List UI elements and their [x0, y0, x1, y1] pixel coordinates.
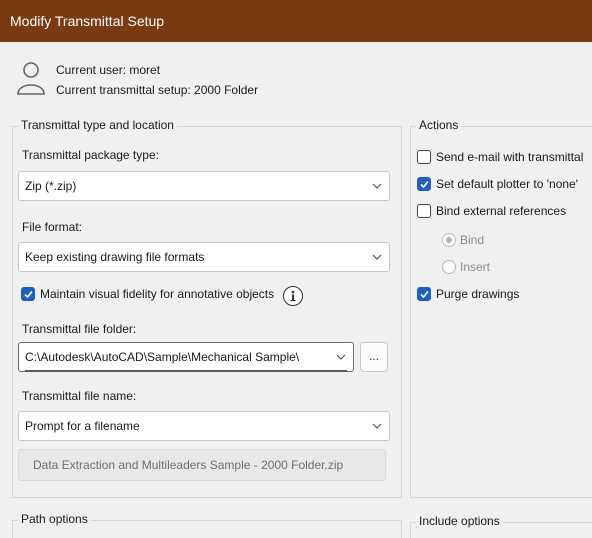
- set-plotter-checkbox[interactable]: [417, 177, 431, 191]
- file-format-dropdown[interactable]: Keep existing drawing file formats: [18, 242, 390, 272]
- file-format-label: File format:: [22, 220, 83, 234]
- maintain-fidelity-checkbox[interactable]: [21, 287, 35, 301]
- current-setup-text: Current transmittal setup: 2000 Folder: [56, 83, 259, 97]
- user-icon: [17, 62, 45, 95]
- current-user-text: Current user: moret: [56, 63, 161, 77]
- file-name-preview: Data Extraction and Multileaders Sample …: [18, 449, 386, 481]
- purge-label: Purge drawings: [436, 287, 520, 301]
- include-options-group-title: Include options: [416, 514, 503, 528]
- chevron-down-icon: [336, 354, 346, 360]
- bind-xrefs-label: Bind external references: [436, 204, 567, 218]
- purge-checkbox[interactable]: [417, 287, 431, 301]
- file-format-value: Keep existing drawing file formats: [25, 250, 205, 264]
- file-name-label: Transmittal file name:: [22, 389, 137, 403]
- bind-radio-label: Bind: [460, 233, 485, 247]
- bind-radio[interactable]: [442, 233, 456, 247]
- folder-label: Transmittal file folder:: [22, 322, 137, 336]
- send-email-checkbox[interactable]: [417, 150, 431, 164]
- path-options-group-title: Path options: [18, 512, 91, 526]
- folder-value: C:\Autodesk\AutoCAD\Sample\Mechanical Sa…: [25, 350, 300, 364]
- checkmark-icon: [420, 290, 429, 299]
- package-type-value: Zip (*.zip): [25, 179, 77, 193]
- folder-dropdown[interactable]: C:\Autodesk\AutoCAD\Sample\Mechanical Sa…: [18, 342, 354, 372]
- set-plotter-label: Set default plotter to 'none': [436, 177, 579, 191]
- maintain-fidelity-label: Maintain visual fidelity for annotative …: [40, 287, 275, 301]
- file-name-value: Prompt for a filename: [25, 419, 140, 433]
- insert-radio[interactable]: [442, 260, 456, 274]
- package-type-label: Transmittal package type:: [22, 148, 159, 162]
- window-title-bar: Modify Transmittal Setup: [0, 0, 592, 42]
- insert-radio-label: Insert: [460, 260, 491, 274]
- file-name-dropdown[interactable]: Prompt for a filename: [18, 411, 390, 441]
- window-title: Modify Transmittal Setup: [10, 13, 165, 29]
- package-type-dropdown[interactable]: Zip (*.zip): [18, 171, 390, 201]
- checkmark-icon: [420, 180, 429, 189]
- bind-xrefs-checkbox[interactable]: [417, 204, 431, 218]
- send-email-label: Send e-mail with transmittal: [436, 150, 584, 164]
- chevron-down-icon: [372, 183, 382, 189]
- browse-button[interactable]: ...: [360, 342, 388, 372]
- info-icon[interactable]: [283, 286, 303, 306]
- actions-group-title: Actions: [416, 118, 462, 132]
- chevron-down-icon: [372, 423, 382, 429]
- type-location-group-title: Transmittal type and location: [18, 118, 177, 132]
- checkmark-icon: [24, 290, 33, 299]
- chevron-down-icon: [372, 254, 382, 260]
